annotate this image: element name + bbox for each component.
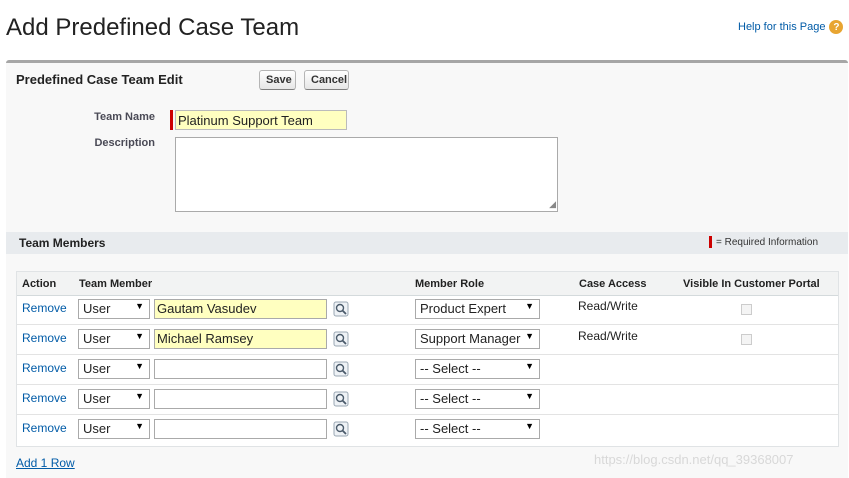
member-role-value: -- Select -- <box>420 361 481 376</box>
watermark: https://blog.csdn.net/qq_39368007 <box>594 452 794 467</box>
page-title: Add Predefined Case Team <box>6 14 300 41</box>
dropdown-arrow-icon: ▼ <box>525 361 534 371</box>
member-type-select[interactable]: User ▼ <box>78 389 150 409</box>
member-type-value: User <box>83 421 111 436</box>
help-link-label[interactable]: Help for this Page <box>738 21 825 33</box>
visible-portal-checkbox <box>741 334 752 345</box>
member-type-value: User <box>83 361 111 376</box>
team-member-input[interactable]: Gautam Vasudev <box>154 299 327 319</box>
description-label: Description <box>94 137 155 149</box>
team-member-input[interactable] <box>154 359 327 379</box>
member-role-select[interactable]: Product Expert ▼ <box>415 299 540 319</box>
required-indicator <box>170 110 173 130</box>
required-legend: = Required Information <box>709 236 818 248</box>
member-role-select[interactable]: -- Select -- ▼ <box>415 389 540 409</box>
case-access-value: Read/Write <box>578 299 638 313</box>
member-type-value: User <box>83 301 111 316</box>
team-member-input[interactable] <box>154 419 327 439</box>
save-button[interactable]: Save <box>259 70 296 90</box>
member-type-select[interactable]: User ▼ <box>78 329 150 349</box>
row-divider <box>17 324 838 325</box>
dropdown-arrow-icon: ▼ <box>135 331 144 341</box>
lookup-icon[interactable] <box>333 301 349 317</box>
remove-link[interactable]: Remove <box>22 391 67 405</box>
panel-heading: Predefined Case Team Edit <box>16 72 183 87</box>
add-row-link[interactable]: Add 1 Row <box>16 456 75 470</box>
dropdown-arrow-icon: ▼ <box>525 301 534 311</box>
column-header-action: Action <box>22 278 57 290</box>
member-type-select[interactable]: User ▼ <box>78 359 150 379</box>
remove-link[interactable]: Remove <box>22 331 67 345</box>
remove-link[interactable]: Remove <box>22 301 67 315</box>
lookup-icon[interactable] <box>333 421 349 437</box>
resize-handle-icon[interactable]: ◢ <box>549 199 556 210</box>
lookup-icon[interactable] <box>333 391 349 407</box>
visible-portal-checkbox <box>741 304 752 315</box>
dropdown-arrow-icon: ▼ <box>525 391 534 401</box>
dropdown-arrow-icon: ▼ <box>135 391 144 401</box>
member-role-select[interactable]: -- Select -- ▼ <box>415 359 540 379</box>
lookup-icon[interactable] <box>333 361 349 377</box>
column-header-case-access: Case Access <box>579 278 647 290</box>
team-name-label: Team Name <box>94 111 155 123</box>
dropdown-arrow-icon: ▼ <box>525 421 534 431</box>
member-role-value: -- Select -- <box>420 391 481 406</box>
member-type-select[interactable]: User ▼ <box>78 299 150 319</box>
dropdown-arrow-icon: ▼ <box>135 421 144 431</box>
member-role-value: Product Expert <box>420 301 506 316</box>
member-role-value: Support Manager <box>420 331 521 346</box>
row-divider <box>17 384 838 385</box>
description-textarea[interactable]: ◢ <box>175 137 558 212</box>
remove-link[interactable]: Remove <box>22 421 67 435</box>
case-access-value: Read/Write <box>578 329 638 343</box>
cancel-button[interactable]: Cancel <box>304 70 349 90</box>
required-legend-text: = Required Information <box>716 236 819 248</box>
team-name-input[interactable]: Platinum Support Team <box>175 110 347 130</box>
team-members-heading: Team Members <box>19 236 106 250</box>
help-icon[interactable]: ? <box>829 20 844 34</box>
member-role-select[interactable]: Support Manager ▼ <box>415 329 540 349</box>
remove-link[interactable]: Remove <box>22 361 67 375</box>
member-type-value: User <box>83 331 111 346</box>
required-mark-icon <box>709 236 712 248</box>
column-header-visible-portal: Visible In Customer Portal <box>683 278 820 290</box>
row-divider <box>17 414 838 415</box>
help-link[interactable]: Help for this Page ? <box>738 20 844 34</box>
team-member-input[interactable]: Michael Ramsey <box>154 329 327 349</box>
member-role-value: -- Select -- <box>420 421 481 436</box>
team-member-input[interactable] <box>154 389 327 409</box>
dropdown-arrow-icon: ▼ <box>135 361 144 371</box>
member-type-value: User <box>83 391 111 406</box>
row-divider <box>17 354 838 355</box>
column-header-team-member: Team Member <box>79 278 153 290</box>
member-type-select[interactable]: User ▼ <box>78 419 150 439</box>
column-header-member-role: Member Role <box>415 278 485 290</box>
dropdown-arrow-icon: ▼ <box>135 301 144 311</box>
dropdown-arrow-icon: ▼ <box>525 331 534 341</box>
lookup-icon[interactable] <box>333 331 349 347</box>
member-role-select[interactable]: -- Select -- ▼ <box>415 419 540 439</box>
